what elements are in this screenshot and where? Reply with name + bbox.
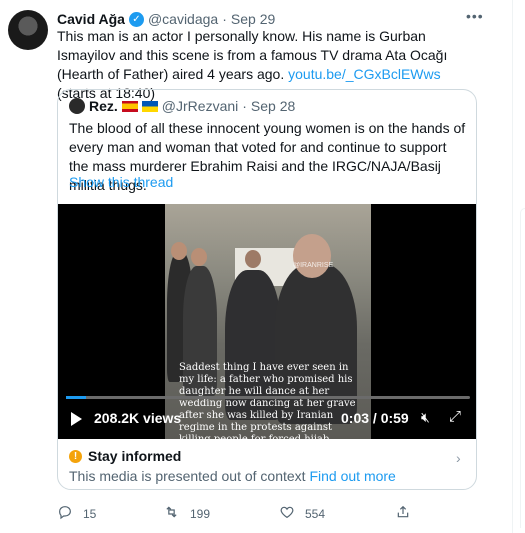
like-count: 554: [305, 507, 326, 521]
notice-text-row: This media is presented out of context F…: [69, 468, 396, 484]
volume-muted-icon[interactable]: 🔇︎: [421, 409, 430, 426]
video-time: 0:03 / 0:59: [341, 410, 409, 426]
info-icon: !: [69, 449, 82, 463]
video-watermark: @IRANRISE: [293, 262, 334, 269]
video-player[interactable]: @IRANRISE Saddest thing I have ever seen…: [58, 204, 476, 439]
tweet-header: Cavid Ağa ✓ @cavidaga · Sep 29: [57, 11, 275, 27]
like-button[interactable]: 554: [279, 504, 325, 524]
retweet-icon: [163, 504, 180, 524]
video-frame: @IRANRISE Saddest thing I have ever seen…: [165, 204, 371, 439]
notice-text: This media is presented out of context: [69, 468, 306, 484]
avatar[interactable]: [8, 10, 48, 50]
quote-avatar: [69, 98, 85, 114]
quoted-tweet[interactable]: Rez. @JrRezvani · Sep 28 The blood of al…: [57, 89, 477, 490]
share-button[interactable]: [395, 504, 411, 524]
tweet-date[interactable]: Sep 29: [231, 11, 275, 27]
view-count: 208.2K views: [94, 410, 182, 426]
find-out-more-link[interactable]: Find out more: [309, 468, 395, 484]
person-head: [171, 242, 187, 260]
tweet[interactable]: Cavid Ağa ✓ @cavidaga · Sep 29 ••• This …: [0, 0, 510, 533]
author-name[interactable]: Cavid Ağa: [57, 11, 125, 27]
stay-informed-notice: ! Stay informed: [69, 448, 181, 464]
fullscreen-icon[interactable]: ⤢: [449, 408, 461, 425]
ukraine-flag-icon: [141, 100, 158, 112]
sidebar-card-edge: [520, 208, 525, 528]
retweet-count: 199: [190, 507, 211, 521]
quote-author-name: Rez.: [89, 98, 118, 114]
retweet-button[interactable]: 199: [163, 504, 210, 524]
quote-handle: @JrRezvani: [161, 98, 239, 114]
progress-fill: [66, 396, 87, 399]
progress-bar[interactable]: [66, 396, 470, 399]
column-divider: [512, 0, 513, 533]
quote-date: Sep 28: [250, 98, 296, 114]
quote-dot-separator: ·: [242, 98, 247, 114]
more-options-icon[interactable]: •••: [466, 8, 484, 24]
share-icon: [395, 504, 411, 524]
spain-flag-icon: [121, 100, 138, 112]
notice-title: Stay informed: [88, 448, 182, 464]
tweet-link[interactable]: youtu.be/_CGxBclEWws: [288, 66, 441, 82]
show-thread-link[interactable]: Show this thread: [69, 174, 173, 190]
man-head: [293, 234, 331, 278]
person-head: [245, 250, 261, 268]
dot-separator: ·: [222, 11, 227, 27]
reply-button[interactable]: 15: [57, 504, 96, 524]
verified-badge-icon: ✓: [128, 11, 144, 27]
play-icon[interactable]: [71, 412, 82, 426]
reply-icon: [57, 504, 73, 524]
tweet-actions: 15 199 554: [57, 504, 477, 524]
person-head: [191, 248, 207, 266]
reply-count: 15: [83, 507, 97, 521]
heart-icon: [279, 504, 295, 524]
author-handle[interactable]: @cavidaga: [148, 11, 218, 27]
chevron-right-icon[interactable]: ›: [456, 450, 461, 466]
quote-header: Rez. @JrRezvani · Sep 28: [69, 98, 295, 114]
video-controls: 208.2K views 0:03 / 0:59 🔇︎ ⤢: [58, 407, 476, 433]
